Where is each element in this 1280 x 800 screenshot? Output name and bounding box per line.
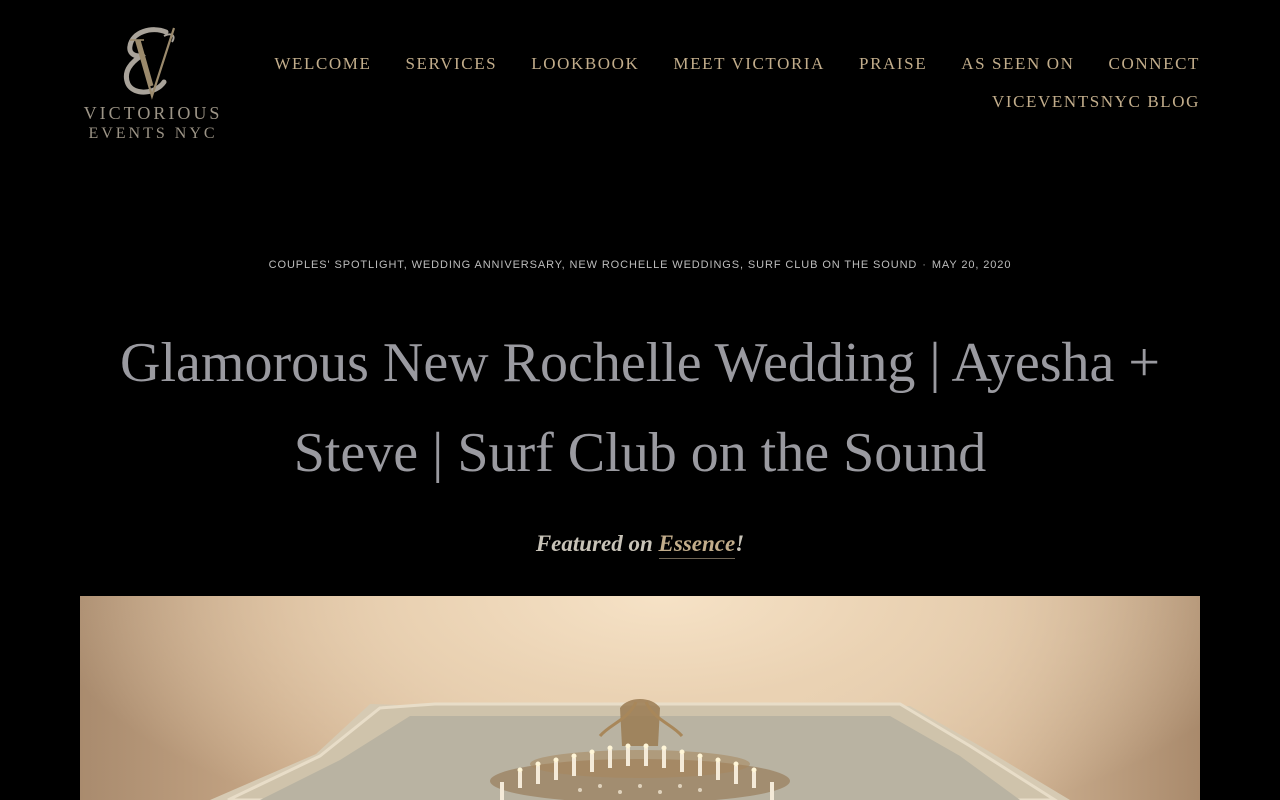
post-title: Glamorous New Rochelle Wedding | Ayesha … <box>120 332 1160 484</box>
nav-link-welcome[interactable]: WELCOME <box>274 54 371 74</box>
site-header: VICTORIOUS EVENTS NYC WELCOME SERVICES L… <box>0 0 1280 160</box>
hero-image <box>80 596 1200 800</box>
nav-link-connect[interactable]: CONNECT <box>1109 54 1200 74</box>
category-link[interactable]: Couples' Spotlight <box>269 259 404 271</box>
featured-suffix: ! <box>735 531 745 556</box>
nav-link-as-seen-on[interactable]: AS SEEN ON <box>961 54 1074 74</box>
meta-dot: · <box>922 259 927 271</box>
nav-row-primary: WELCOME SERVICES LOOKBOOK MEET VICTORIA … <box>240 52 1200 76</box>
main-navigation: WELCOME SERVICES LOOKBOOK MEET VICTORIA … <box>240 52 1200 114</box>
nav-link-meet-victoria[interactable]: MEET VICTORIA <box>673 54 825 74</box>
category-separator: , <box>403 259 412 271</box>
nav-row-secondary: VICEVENTSNYC BLOG <box>240 90 1200 114</box>
category-link[interactable]: Surf Club on the Sound <box>748 259 917 271</box>
ve-monogram-icon <box>124 27 176 100</box>
post-meta: Couples' Spotlight, Wedding Anniversary,… <box>0 259 1280 272</box>
post-date[interactable]: May 20, 2020 <box>932 259 1012 271</box>
nav-link-praise[interactable]: PRAISE <box>859 54 927 74</box>
logo-name-line-1: VICTORIOUS <box>83 103 223 123</box>
featured-prefix: Featured on <box>535 531 659 556</box>
nav-link-blog[interactable]: VICEVENTSNYC BLOG <box>992 92 1200 112</box>
category-separator: , <box>740 259 748 271</box>
logo-name-line-2: EVENTS NYC <box>88 125 218 142</box>
category-link[interactable]: New Rochelle Weddings <box>570 259 740 271</box>
category-separator: , <box>561 259 570 271</box>
nav-link-lookbook[interactable]: LOOKBOOK <box>531 54 639 74</box>
essence-link[interactable]: Essence <box>658 531 736 559</box>
site-logo[interactable]: VICTORIOUS EVENTS NYC <box>80 24 226 148</box>
nav-link-services[interactable]: SERVICES <box>406 54 498 74</box>
category-link[interactable]: Wedding Anniversary <box>412 259 562 271</box>
chandelier-photo <box>210 699 1070 800</box>
featured-note: Featured on Essence! <box>0 527 1280 561</box>
